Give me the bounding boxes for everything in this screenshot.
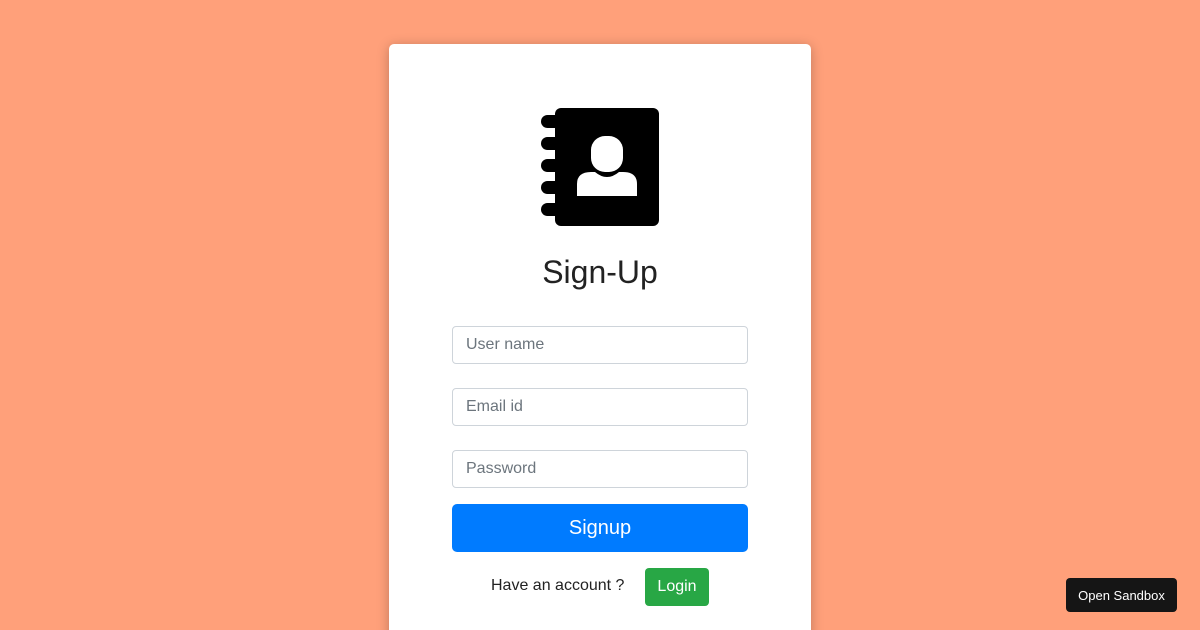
have-account-text: Have an account ? (491, 577, 625, 594)
password-field[interactable] (452, 450, 748, 488)
email-field[interactable] (452, 388, 748, 426)
address-book-icon (539, 106, 661, 228)
signup-card: Sign-Up Signup Have an account ? Login (389, 44, 811, 630)
username-field[interactable] (452, 326, 748, 364)
page-title: Sign-Up (542, 254, 658, 290)
signup-button[interactable]: Signup (452, 504, 748, 552)
login-button[interactable]: Login (645, 568, 709, 606)
open-sandbox-button[interactable]: Open Sandbox (1066, 578, 1177, 612)
